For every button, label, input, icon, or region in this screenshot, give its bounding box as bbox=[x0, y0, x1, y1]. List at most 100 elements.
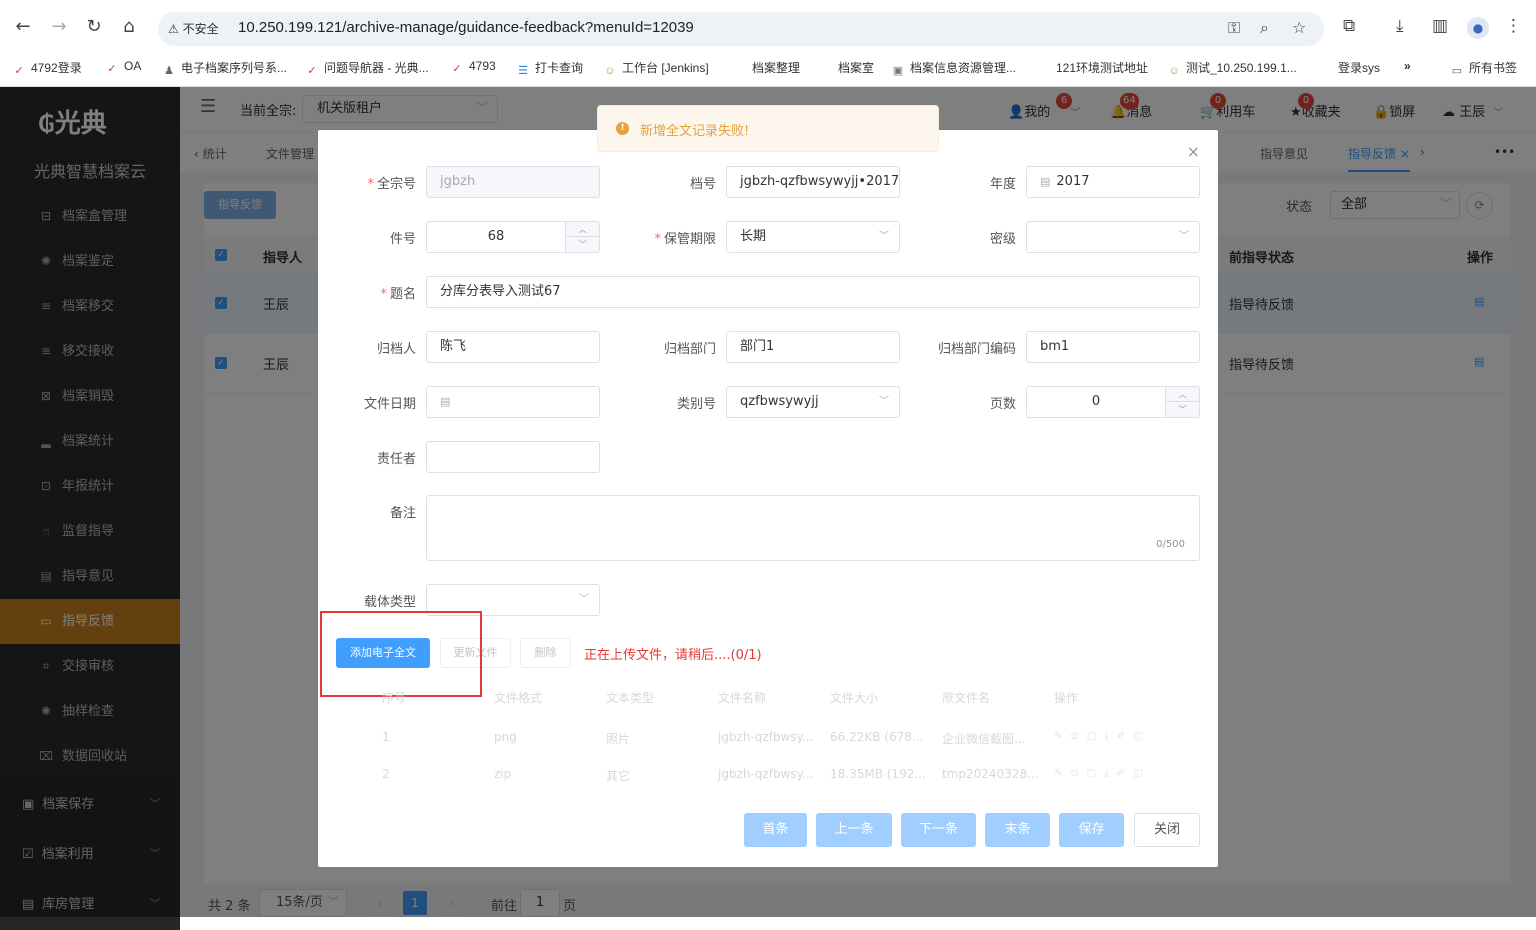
bookmark-label: 4792登录 bbox=[31, 61, 82, 75]
download-icon[interactable]: ⤓ bbox=[1396, 16, 1404, 36]
calendar-icon: ▤ bbox=[440, 395, 451, 408]
retention-label: * 保管期限 bbox=[654, 232, 716, 247]
deptcode-input[interactable]: bm1 bbox=[1026, 331, 1200, 363]
bookmark-item[interactable]: ✓ 4793 bbox=[450, 59, 495, 76]
calendar-icon: ▤ bbox=[1040, 175, 1051, 188]
filedate-input[interactable]: ▤ bbox=[426, 386, 600, 418]
year-value: 2017 bbox=[1056, 174, 1090, 189]
bookmark-item[interactable]: ▣ 档案信息资源管理... bbox=[891, 59, 1016, 78]
file-table-cell: png bbox=[494, 730, 517, 744]
bookmark-item[interactable]: ✓ OA bbox=[105, 59, 141, 76]
delete-button[interactable]: 删除 bbox=[520, 638, 571, 668]
pages-stepper[interactable]: 0 ︿ ﹀ bbox=[1026, 386, 1200, 418]
chevron-down-icon: ﹀ bbox=[579, 594, 589, 605]
forward-icon[interactable]: → bbox=[48, 16, 70, 38]
danghao-input[interactable]: jgbzh-qzfbwsywyjj•2017-l bbox=[726, 166, 900, 198]
bookmark-item[interactable]: 档案室 bbox=[838, 59, 874, 76]
bookmark-label: 问题导航器 - 光典... bbox=[324, 61, 429, 75]
zoom-icon[interactable]: ⌕ bbox=[1260, 18, 1269, 38]
bookmarks-overflow[interactable]: » bbox=[1404, 59, 1411, 73]
bookmark-item[interactable]: ☺ 工作台 [Jenkins] bbox=[603, 59, 708, 78]
sidepanel-icon[interactable]: ▥ bbox=[1432, 16, 1448, 36]
profile-icon[interactable]: ● bbox=[1467, 17, 1489, 39]
stepper-controls[interactable]: ︿ ﹀ bbox=[1165, 387, 1199, 417]
file-table-header: 文件大小 bbox=[830, 691, 879, 705]
close-button[interactable]: 关闭 bbox=[1134, 813, 1200, 847]
dept-input[interactable]: 部门1 bbox=[726, 331, 900, 363]
bookmark-label: 登录sys bbox=[1338, 61, 1381, 75]
retention-value: 长期 bbox=[740, 229, 767, 244]
bookmark-label: OA bbox=[124, 59, 142, 73]
url-text[interactable]: 10.250.199.121/archive-manage/guidance-f… bbox=[238, 19, 694, 36]
chevron-up-icon[interactable]: ︿ bbox=[1166, 387, 1199, 402]
toast-message: 新增全文记录失败! bbox=[640, 124, 750, 139]
file-table-cell: 66.22KB (678... bbox=[830, 730, 924, 744]
bookmark-icon: ✓ bbox=[307, 65, 317, 77]
all-bookmarks[interactable]: ▭ 所有书签 bbox=[1450, 59, 1517, 78]
archiver-input[interactable]: 陈飞 bbox=[426, 331, 600, 363]
retention-select[interactable]: 长期 ﹀ bbox=[726, 221, 900, 253]
year-label: 年度 bbox=[989, 177, 1016, 192]
owner-input[interactable] bbox=[426, 441, 600, 473]
file-row-actions-icon[interactable]: ✎⊙▢⤓✐◫ bbox=[1054, 731, 1150, 742]
bookmark-item[interactable]: ☺ 测试_10.250.199.1... bbox=[1167, 59, 1297, 78]
warning-icon: ! bbox=[616, 122, 629, 135]
bookmark-item[interactable]: ✓ 问题导航器 - 光典... bbox=[305, 59, 429, 78]
file-table-cell: zip bbox=[494, 767, 512, 781]
bookmark-item[interactable]: 登录sys bbox=[1338, 59, 1380, 76]
bookmark-label: 电子档案序列号系... bbox=[181, 61, 288, 75]
back-icon[interactable]: ← bbox=[12, 16, 34, 38]
save-button[interactable]: 保存 bbox=[1059, 813, 1124, 847]
bookmark-item[interactable]: 121环境测试地址 bbox=[1056, 59, 1148, 76]
chevron-up-icon[interactable]: ︿ bbox=[566, 222, 599, 237]
browser-chrome: ← → ↻ ⌂ ⚠ 不安全 10.250.199.121/archive-man… bbox=[0, 0, 1536, 87]
file-table-cell: 2 bbox=[382, 767, 390, 781]
security-text: 不安全 bbox=[182, 22, 219, 36]
home-icon[interactable]: ⌂ bbox=[118, 16, 140, 38]
security-indicator[interactable]: ⚠ 不安全 bbox=[168, 20, 219, 37]
bookmark-icon: ▣ bbox=[892, 65, 904, 77]
year-input[interactable]: ▤ 2017 bbox=[1026, 166, 1200, 198]
chevron-down-icon[interactable]: ﹀ bbox=[1166, 402, 1199, 417]
bookmark-label: 121环境测试地址 bbox=[1056, 61, 1149, 75]
secret-select[interactable]: ﹀ bbox=[1026, 221, 1200, 253]
owner-label: 责任者 bbox=[376, 452, 416, 467]
quanzong-input[interactable]: jgbzh bbox=[426, 166, 600, 198]
reload-icon[interactable]: ↻ bbox=[83, 16, 105, 38]
omnibox[interactable]: ⚠ 不安全 10.250.199.121/archive-manage/guid… bbox=[158, 12, 1324, 46]
chevron-down-icon[interactable]: ﹀ bbox=[566, 237, 599, 252]
file-table-cell: 18.35MB (192... bbox=[830, 767, 926, 781]
bookmark-icon: ✓ bbox=[107, 63, 117, 75]
bookmark-label: 测试_10.250.199.1... bbox=[1186, 61, 1297, 75]
extensions-icon[interactable]: ⧉ bbox=[1343, 16, 1355, 36]
jianhao-stepper[interactable]: 68 ︿ ﹀ bbox=[426, 221, 600, 253]
remark-textarea[interactable]: 0/500 bbox=[426, 495, 1200, 561]
pages-label: 页数 bbox=[989, 397, 1016, 412]
stepper-controls[interactable]: ︿ ﹀ bbox=[565, 222, 599, 252]
bookmark-item[interactable]: 档案整理 bbox=[752, 59, 800, 76]
bookmark-item[interactable]: ☰ 打卡查询 bbox=[516, 59, 583, 78]
title-input[interactable]: 分库分表导入测试67 bbox=[426, 276, 1200, 308]
last-record-button[interactable]: 末条 bbox=[985, 813, 1050, 847]
category-select[interactable]: qzfbwsywyjj ﹀ bbox=[726, 386, 900, 418]
bookmark-label: 档案信息资源管理... bbox=[910, 61, 1017, 75]
file-table-cell: 企业微信截图... bbox=[942, 732, 1026, 746]
menu-icon[interactable]: ⋮ bbox=[1505, 16, 1522, 36]
pages-value: 0 bbox=[1091, 394, 1101, 409]
close-icon[interactable]: × bbox=[1187, 144, 1200, 160]
file-row-actions-icon[interactable]: ✎⊙▢⤓✐◫ bbox=[1054, 768, 1150, 779]
star-icon[interactable]: ☆ bbox=[1292, 18, 1306, 37]
key-icon[interactable]: ⚿ bbox=[1228, 18, 1240, 38]
remark-counter: 0/500 bbox=[1156, 539, 1185, 550]
danghao-label: 档号 bbox=[689, 177, 716, 192]
bookmark-icon: ✓ bbox=[452, 63, 462, 75]
quanzong-label: * 全宗号 bbox=[367, 177, 416, 192]
next-record-button[interactable]: 下一条 bbox=[901, 813, 976, 847]
all-bookmarks-label: 所有书签 bbox=[1469, 61, 1518, 75]
bookmark-item[interactable]: ♟ 电子档案序列号系... bbox=[162, 59, 287, 78]
bookmark-label: 档案室 bbox=[838, 61, 875, 75]
prev-record-button[interactable]: 上一条 bbox=[816, 813, 892, 847]
first-record-button[interactable]: 首条 bbox=[744, 813, 807, 847]
bookmark-item[interactable]: ✓ 4792登录 bbox=[12, 59, 82, 78]
bookmark-icon: ☺ bbox=[604, 65, 616, 77]
